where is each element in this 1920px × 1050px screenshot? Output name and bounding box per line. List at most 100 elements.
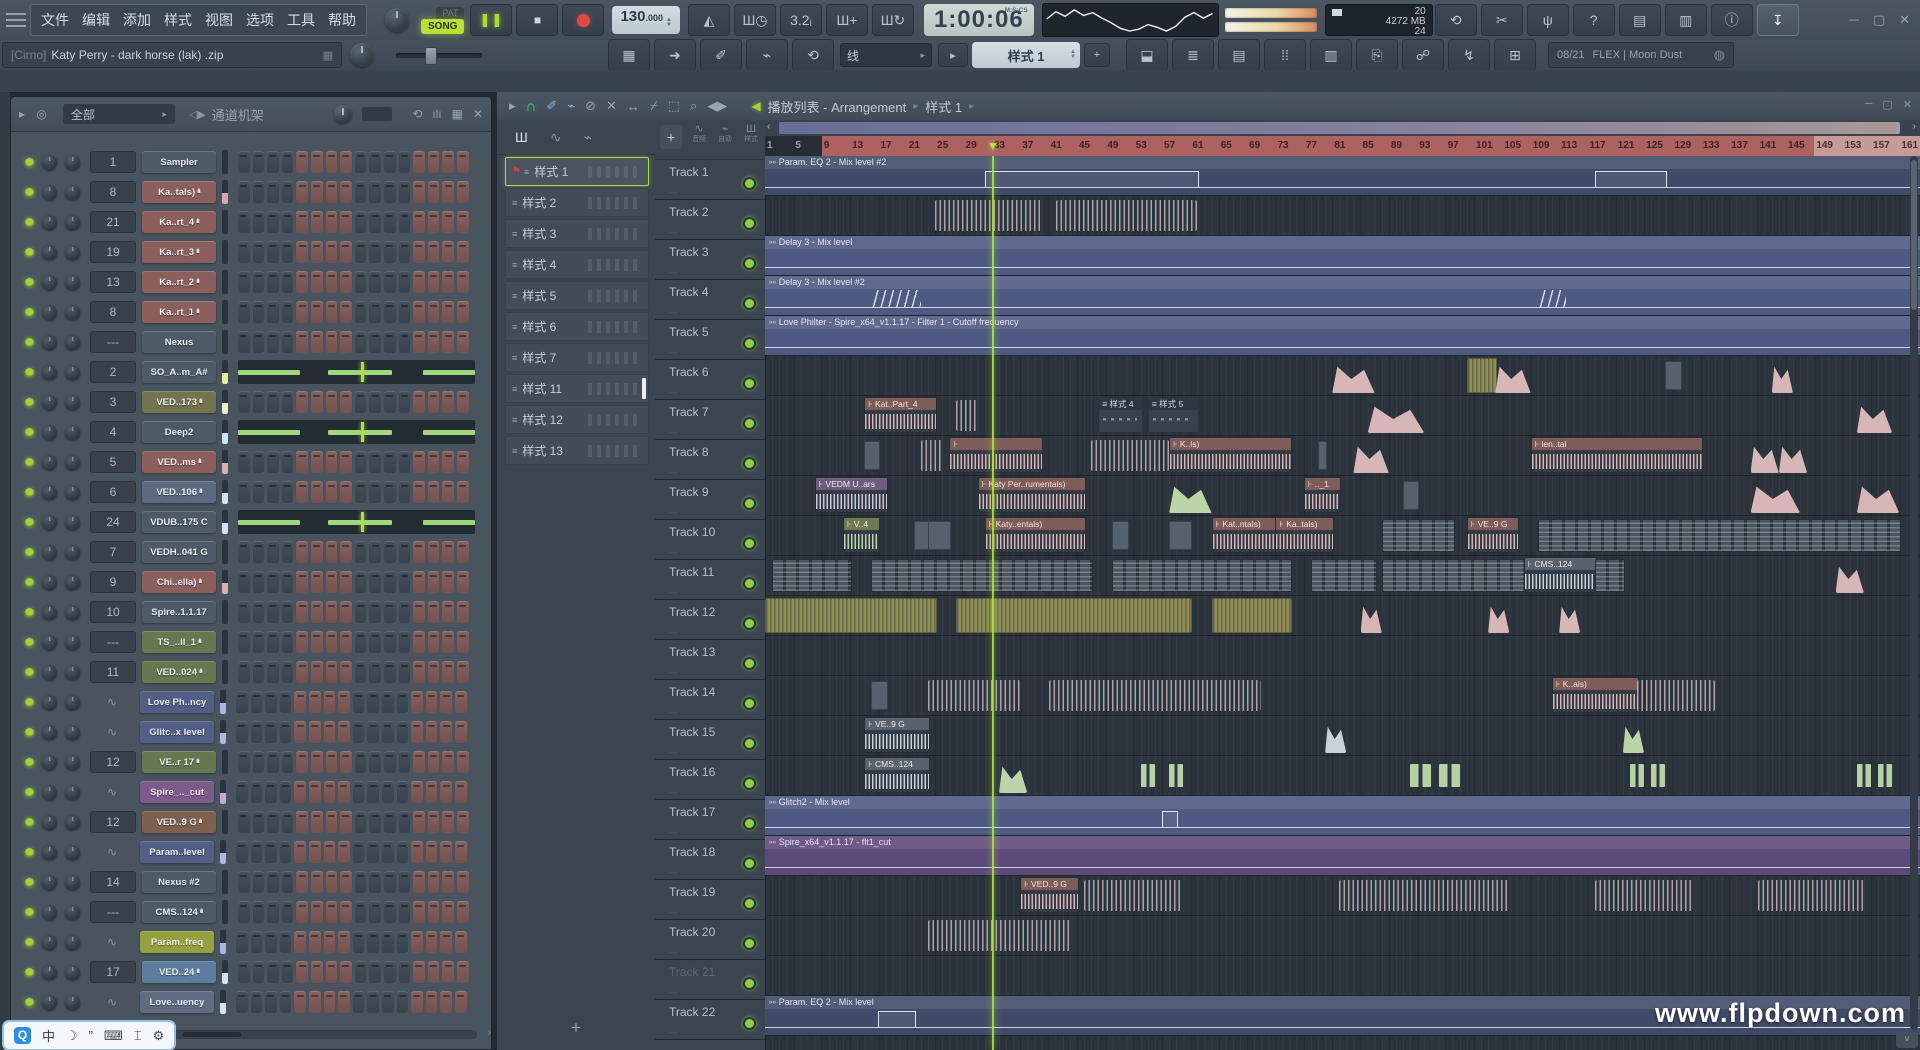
channel-volume-knob[interactable] [65,275,80,290]
channel-number[interactable]: 8 [90,181,136,203]
close-icon[interactable]: ✕ [1899,12,1910,28]
track-enable-led[interactable] [743,737,756,750]
patterns-tab[interactable]: Ш样式 [738,123,764,143]
track-lane[interactable]: ⚯Delay 3 - Mix level #2 [765,276,1920,316]
channel-enable-led[interactable] [25,968,34,977]
song-button[interactable]: SONG [421,19,464,34]
toolbar-grip-icon[interactable] [6,13,26,27]
channel-number[interactable]: 13 [90,271,136,293]
track-enable-led[interactable] [743,257,756,270]
clip[interactable] [1779,442,1807,473]
channel-volume-knob[interactable] [65,845,80,860]
channel-pan-knob[interactable] [42,275,57,290]
pattern-play-button[interactable]: ▸ [938,43,968,67]
channel-enable-led[interactable] [25,908,34,917]
menu-item[interactable]: 样式 [164,10,192,30]
clip[interactable] [1439,764,1460,787]
clip[interactable] [1595,880,1694,911]
channel-enable-led[interactable] [25,308,34,317]
track-header[interactable]: Track 18... [655,840,765,880]
track-header[interactable]: Track 1... [655,160,765,200]
step-sequencer-grid[interactable] [238,241,469,263]
channel-pan-knob[interactable] [42,575,57,590]
clip[interactable] [1410,764,1431,787]
step-sequencer-grid[interactable] [238,481,469,503]
track-enable-led[interactable] [743,377,756,390]
channel-enable-led[interactable] [25,278,34,287]
note-list-icon[interactable]: ≣ [1172,39,1214,71]
audio-clip[interactable]: ⊦ CMS..124 [1524,557,1597,593]
copy-icon[interactable]: ⎘ [1356,39,1398,71]
clip[interactable] [1651,764,1665,787]
audio-clip[interactable]: ⊦ K..ls) [1169,437,1292,473]
menu-arrow-icon[interactable]: ▸ [509,98,516,114]
audio-clip[interactable]: ⊦ Kat..Part_4 [864,397,937,433]
track-enable-led[interactable] [743,817,756,830]
step-sequencer-grid[interactable] [238,331,469,353]
minimize-icon[interactable]: ─ [1865,98,1873,111]
pattern-list-item[interactable]: ≡样式 4 [505,250,649,279]
select-icon[interactable]: ⬚ [668,98,680,114]
channel-name-button[interactable]: VED..024ıllı [142,661,216,683]
snap-selector[interactable]: 线▸ [840,43,932,67]
track-enable-led[interactable] [743,217,756,230]
close-icon[interactable]: ✕ [473,107,483,121]
clip[interactable] [1311,559,1377,592]
clip[interactable] [1538,290,1566,307]
channel-number[interactable]: 1 [90,151,136,173]
track-name[interactable]: Track 8 [669,445,709,459]
columns-icon[interactable]: ⁞⁞ [1264,39,1306,71]
board-icon[interactable]: ▥ [1310,39,1352,71]
main-volume-knob[interactable] [385,8,409,32]
plugin-icon[interactable]: ☍ [1402,39,1444,71]
track-header[interactable]: Track 3... [655,240,765,280]
track-name[interactable]: Track 14 [669,685,715,699]
channel-name-button[interactable]: Sampler [142,151,216,173]
track-enable-led[interactable] [743,977,756,990]
channel-name-button[interactable]: Chi..ella)ıllı [142,571,216,593]
channel-volume-knob[interactable] [65,785,80,800]
save-icon[interactable]: ▤ [1619,4,1661,36]
channel-volume-knob[interactable] [65,545,80,560]
step-sequencer-grid[interactable] [238,661,469,683]
step-sequencer-grid[interactable] [238,271,469,293]
step-sequencer-grid[interactable] [236,691,467,713]
channel-volume-knob[interactable] [65,335,80,350]
clip[interactable] [1361,602,1382,633]
vertical-scrollbar[interactable] [1910,156,1918,1030]
minimize-icon[interactable]: ─ [1850,12,1859,28]
clip[interactable] [1212,598,1292,633]
track-lane[interactable]: ⊦ VE..9 G [765,716,1920,756]
channel-pan-knob[interactable] [42,755,57,770]
clip[interactable] [1467,358,1497,393]
ime-punct-icon[interactable]: ” [89,1028,93,1043]
step-sequencer-grid[interactable] [238,901,469,923]
track-enable-led[interactable] [743,657,756,670]
clip[interactable] [1559,602,1580,633]
channel-volume-knob[interactable] [65,665,80,680]
clip[interactable] [1084,880,1183,911]
channel-pan-knob[interactable] [42,935,57,950]
channel-pan-knob[interactable] [42,395,57,410]
track-lane[interactable]: ⊦ Kat..Part_4≡ 样式 4≡ 样式 5 [765,396,1920,436]
clip[interactable] [1665,361,1681,390]
channel-enable-led[interactable] [25,638,34,647]
track-name[interactable]: Track 21 [669,965,715,979]
clip[interactable] [765,598,937,633]
channel-volume-knob[interactable] [65,575,80,590]
export-icon[interactable]: ↧ [1757,4,1799,36]
audio-clip[interactable]: ⊦ VE..9 G [864,717,930,753]
pattern-spinner[interactable]: ▲▼ [1070,50,1076,60]
channel-enable-led[interactable] [25,518,34,527]
add-track-button[interactable]: + [660,125,682,149]
tempo-display[interactable]: 130.000▲▼ [612,6,680,34]
step-sequencer-grid[interactable] [238,961,469,983]
clip[interactable] [1595,559,1625,592]
track-lane[interactable] [765,196,1920,236]
clip[interactable] [1141,764,1155,787]
track-enable-led[interactable] [743,177,756,190]
patterns-tab[interactable]: Ш [515,129,528,145]
channel-number[interactable]: 21 [90,211,136,233]
blend-notes-icon[interactable]: Ш↻ [872,4,914,36]
track-header[interactable]: Track 8... [655,440,765,480]
